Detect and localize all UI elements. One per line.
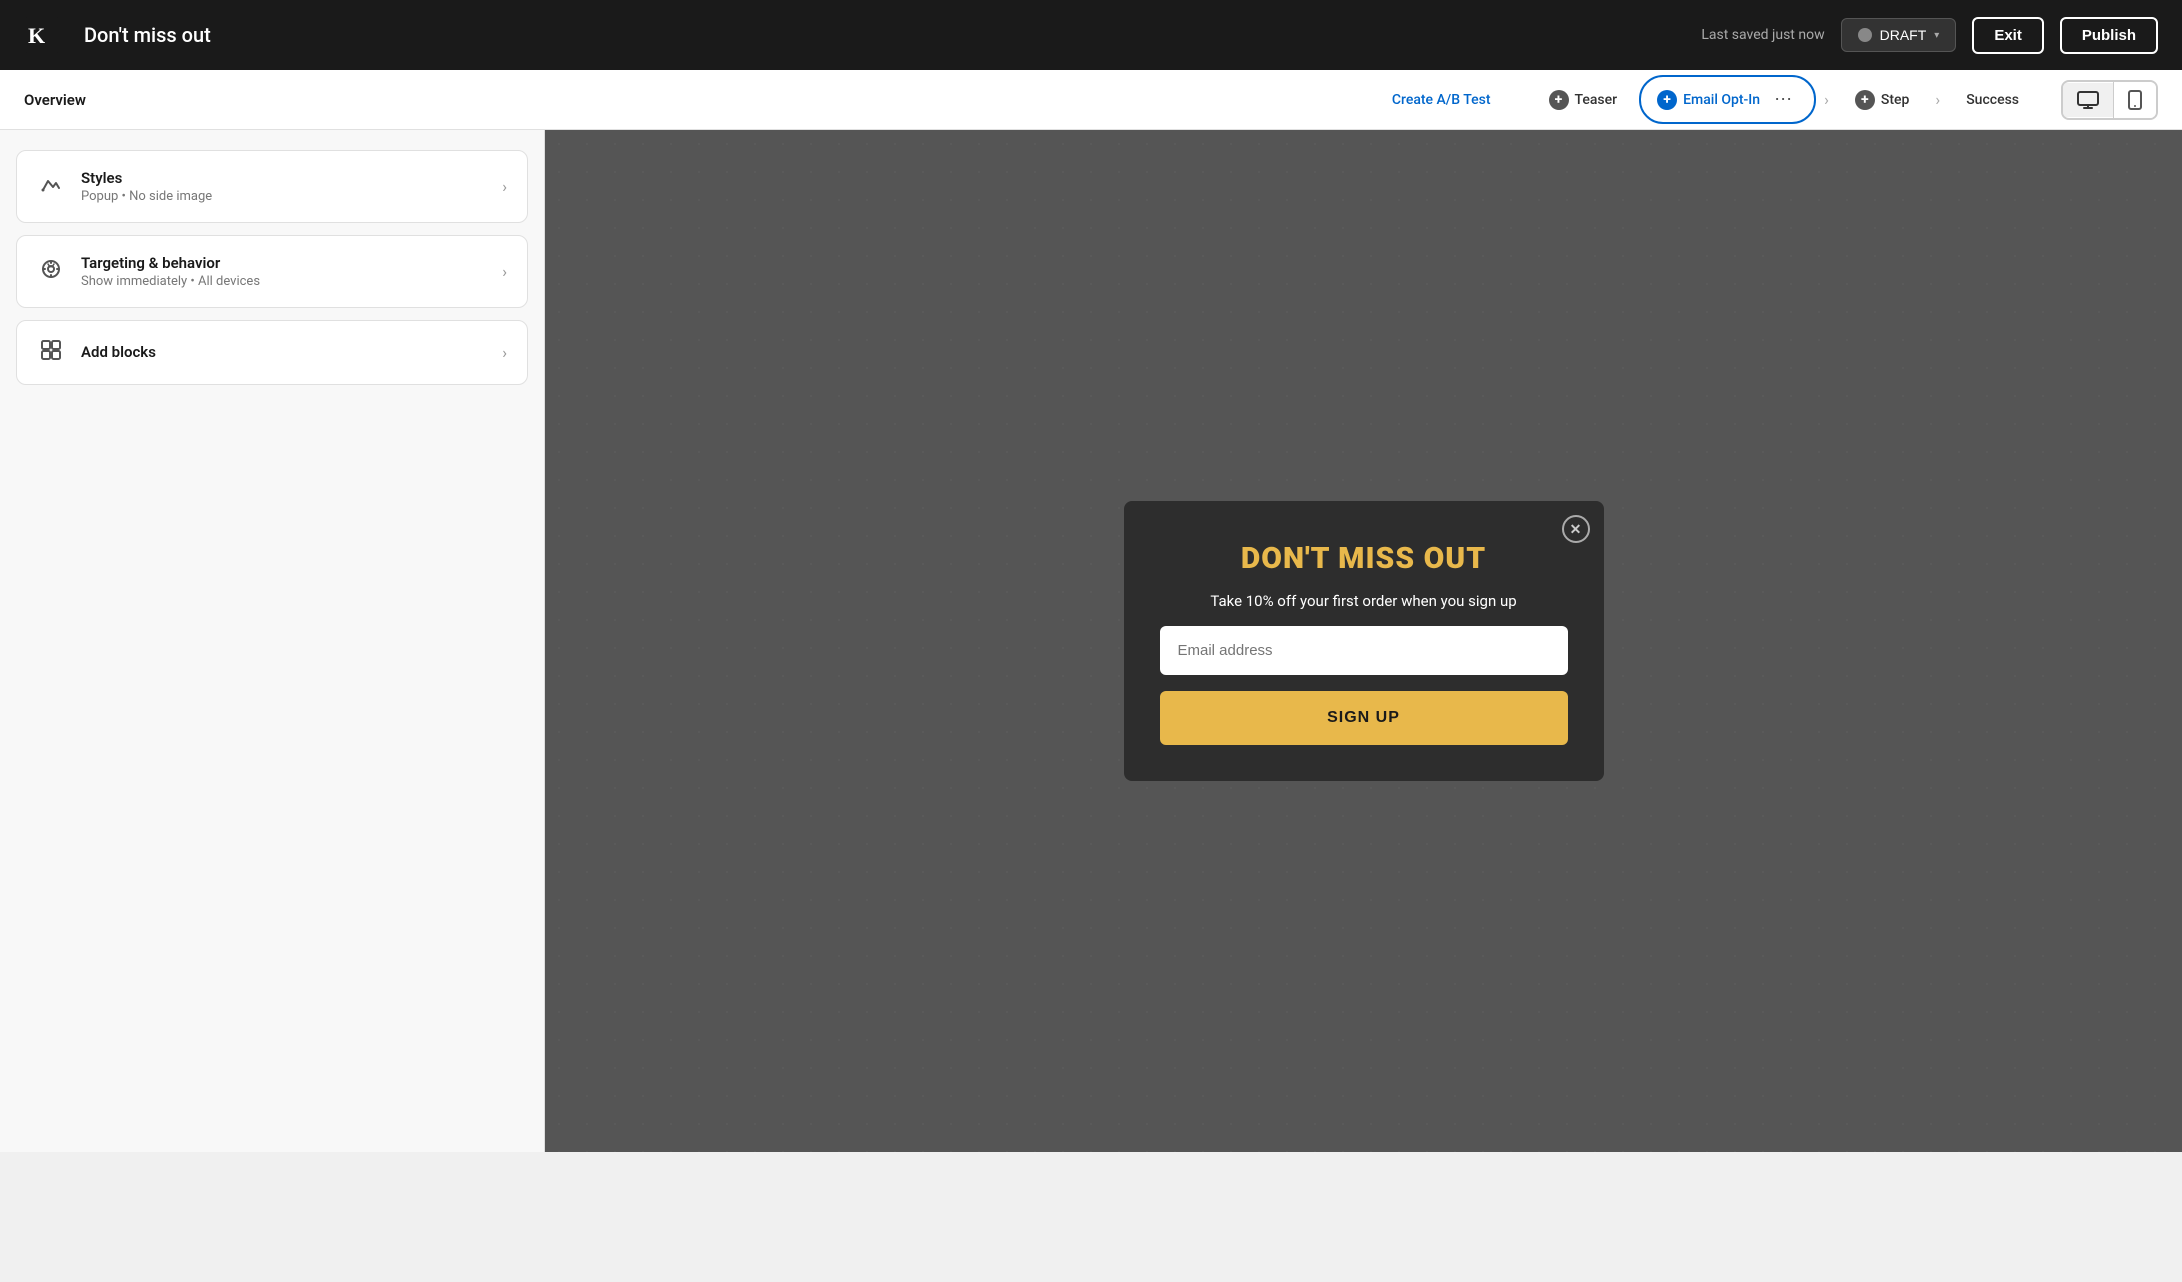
desktop-device-button[interactable] bbox=[2063, 83, 2113, 117]
teaser-step[interactable]: + Teaser bbox=[1531, 80, 1636, 120]
email-optin-more-button[interactable]: ⋯ bbox=[1768, 85, 1798, 114]
mobile-device-button[interactable] bbox=[2114, 82, 2156, 118]
overview-label: Overview bbox=[24, 91, 86, 109]
email-optin-step[interactable]: + Email Opt-In ⋯ bbox=[1639, 75, 1816, 124]
step-step[interactable]: + Step bbox=[1837, 80, 1928, 120]
targeting-title: Targeting & behavior bbox=[81, 254, 486, 272]
sub-navigation: Overview Create A/B Test + Teaser + Emai… bbox=[0, 70, 2182, 130]
page-title: Don't miss out bbox=[84, 23, 1685, 47]
step-plus-icon: + bbox=[1855, 90, 1875, 110]
draft-dot bbox=[1858, 28, 1872, 42]
targeting-content: Targeting & behavior Show immediately • … bbox=[81, 254, 486, 289]
teaser-label: Teaser bbox=[1575, 92, 1618, 108]
signup-button[interactable]: SIGN UP bbox=[1160, 691, 1568, 745]
success-label: Success bbox=[1966, 92, 2019, 108]
styles-content: Styles Popup • No side image bbox=[81, 169, 486, 204]
step-arrow-2: › bbox=[1935, 90, 1940, 109]
chevron-down-icon: ▾ bbox=[1934, 30, 1939, 41]
step-arrow-1: › bbox=[1824, 90, 1829, 109]
styles-icon bbox=[37, 173, 65, 200]
main-layout: Styles Popup • No side image › Targeting… bbox=[0, 130, 2182, 1152]
exit-button[interactable]: Exit bbox=[1972, 17, 2044, 54]
popup-heading: DON'T MISS OUT bbox=[1241, 541, 1486, 576]
targeting-card[interactable]: Targeting & behavior Show immediately • … bbox=[16, 235, 528, 308]
draft-label: DRAFT bbox=[1880, 27, 1927, 43]
success-step[interactable]: Success bbox=[1948, 82, 2037, 118]
email-optin-label: Email Opt-In bbox=[1683, 92, 1760, 108]
targeting-chevron-icon: › bbox=[502, 262, 507, 281]
add-blocks-card[interactable]: Add blocks › bbox=[16, 320, 528, 385]
sidebar: Styles Popup • No side image › Targeting… bbox=[0, 130, 545, 1152]
styles-chevron-icon: › bbox=[502, 177, 507, 196]
popup-close-button[interactable]: ✕ bbox=[1562, 515, 1590, 543]
desktop-icon bbox=[2077, 91, 2099, 109]
preview-area: ✕ DON'T MISS OUT Take 10% off your first… bbox=[545, 130, 2182, 1152]
add-blocks-chevron-icon: › bbox=[502, 343, 507, 362]
popup-subtext: Take 10% off your first order when you s… bbox=[1210, 592, 1516, 610]
logo: K bbox=[24, 17, 60, 53]
device-toggle bbox=[2061, 80, 2158, 120]
styles-title: Styles bbox=[81, 169, 486, 187]
step-label: Step bbox=[1881, 92, 1910, 108]
draft-button[interactable]: DRAFT ▾ bbox=[1841, 18, 1957, 52]
steps-container: + Teaser + Email Opt-In ⋯ › + Step › Suc… bbox=[1531, 75, 2038, 124]
publish-button[interactable]: Publish bbox=[2060, 17, 2158, 54]
add-blocks-content: Add blocks bbox=[81, 343, 486, 363]
klaviyo-logo: K bbox=[24, 17, 60, 53]
create-ab-test-link[interactable]: Create A/B Test bbox=[1392, 92, 1491, 108]
mobile-icon bbox=[2128, 90, 2142, 110]
svg-text:K: K bbox=[28, 23, 45, 48]
styles-subtitle: Popup • No side image bbox=[81, 189, 486, 204]
teaser-plus-icon: + bbox=[1549, 90, 1569, 110]
add-blocks-icon bbox=[37, 339, 65, 366]
styles-card[interactable]: Styles Popup • No side image › bbox=[16, 150, 528, 223]
targeting-icon bbox=[37, 258, 65, 285]
top-navigation: K Don't miss out Last saved just now DRA… bbox=[0, 0, 2182, 70]
email-input[interactable] bbox=[1160, 626, 1568, 675]
add-blocks-title: Add blocks bbox=[81, 343, 486, 361]
targeting-subtitle: Show immediately • All devices bbox=[81, 274, 486, 289]
save-status: Last saved just now bbox=[1701, 27, 1824, 43]
email-optin-plus-icon: + bbox=[1657, 90, 1677, 110]
popup-modal: ✕ DON'T MISS OUT Take 10% off your first… bbox=[1124, 501, 1604, 781]
